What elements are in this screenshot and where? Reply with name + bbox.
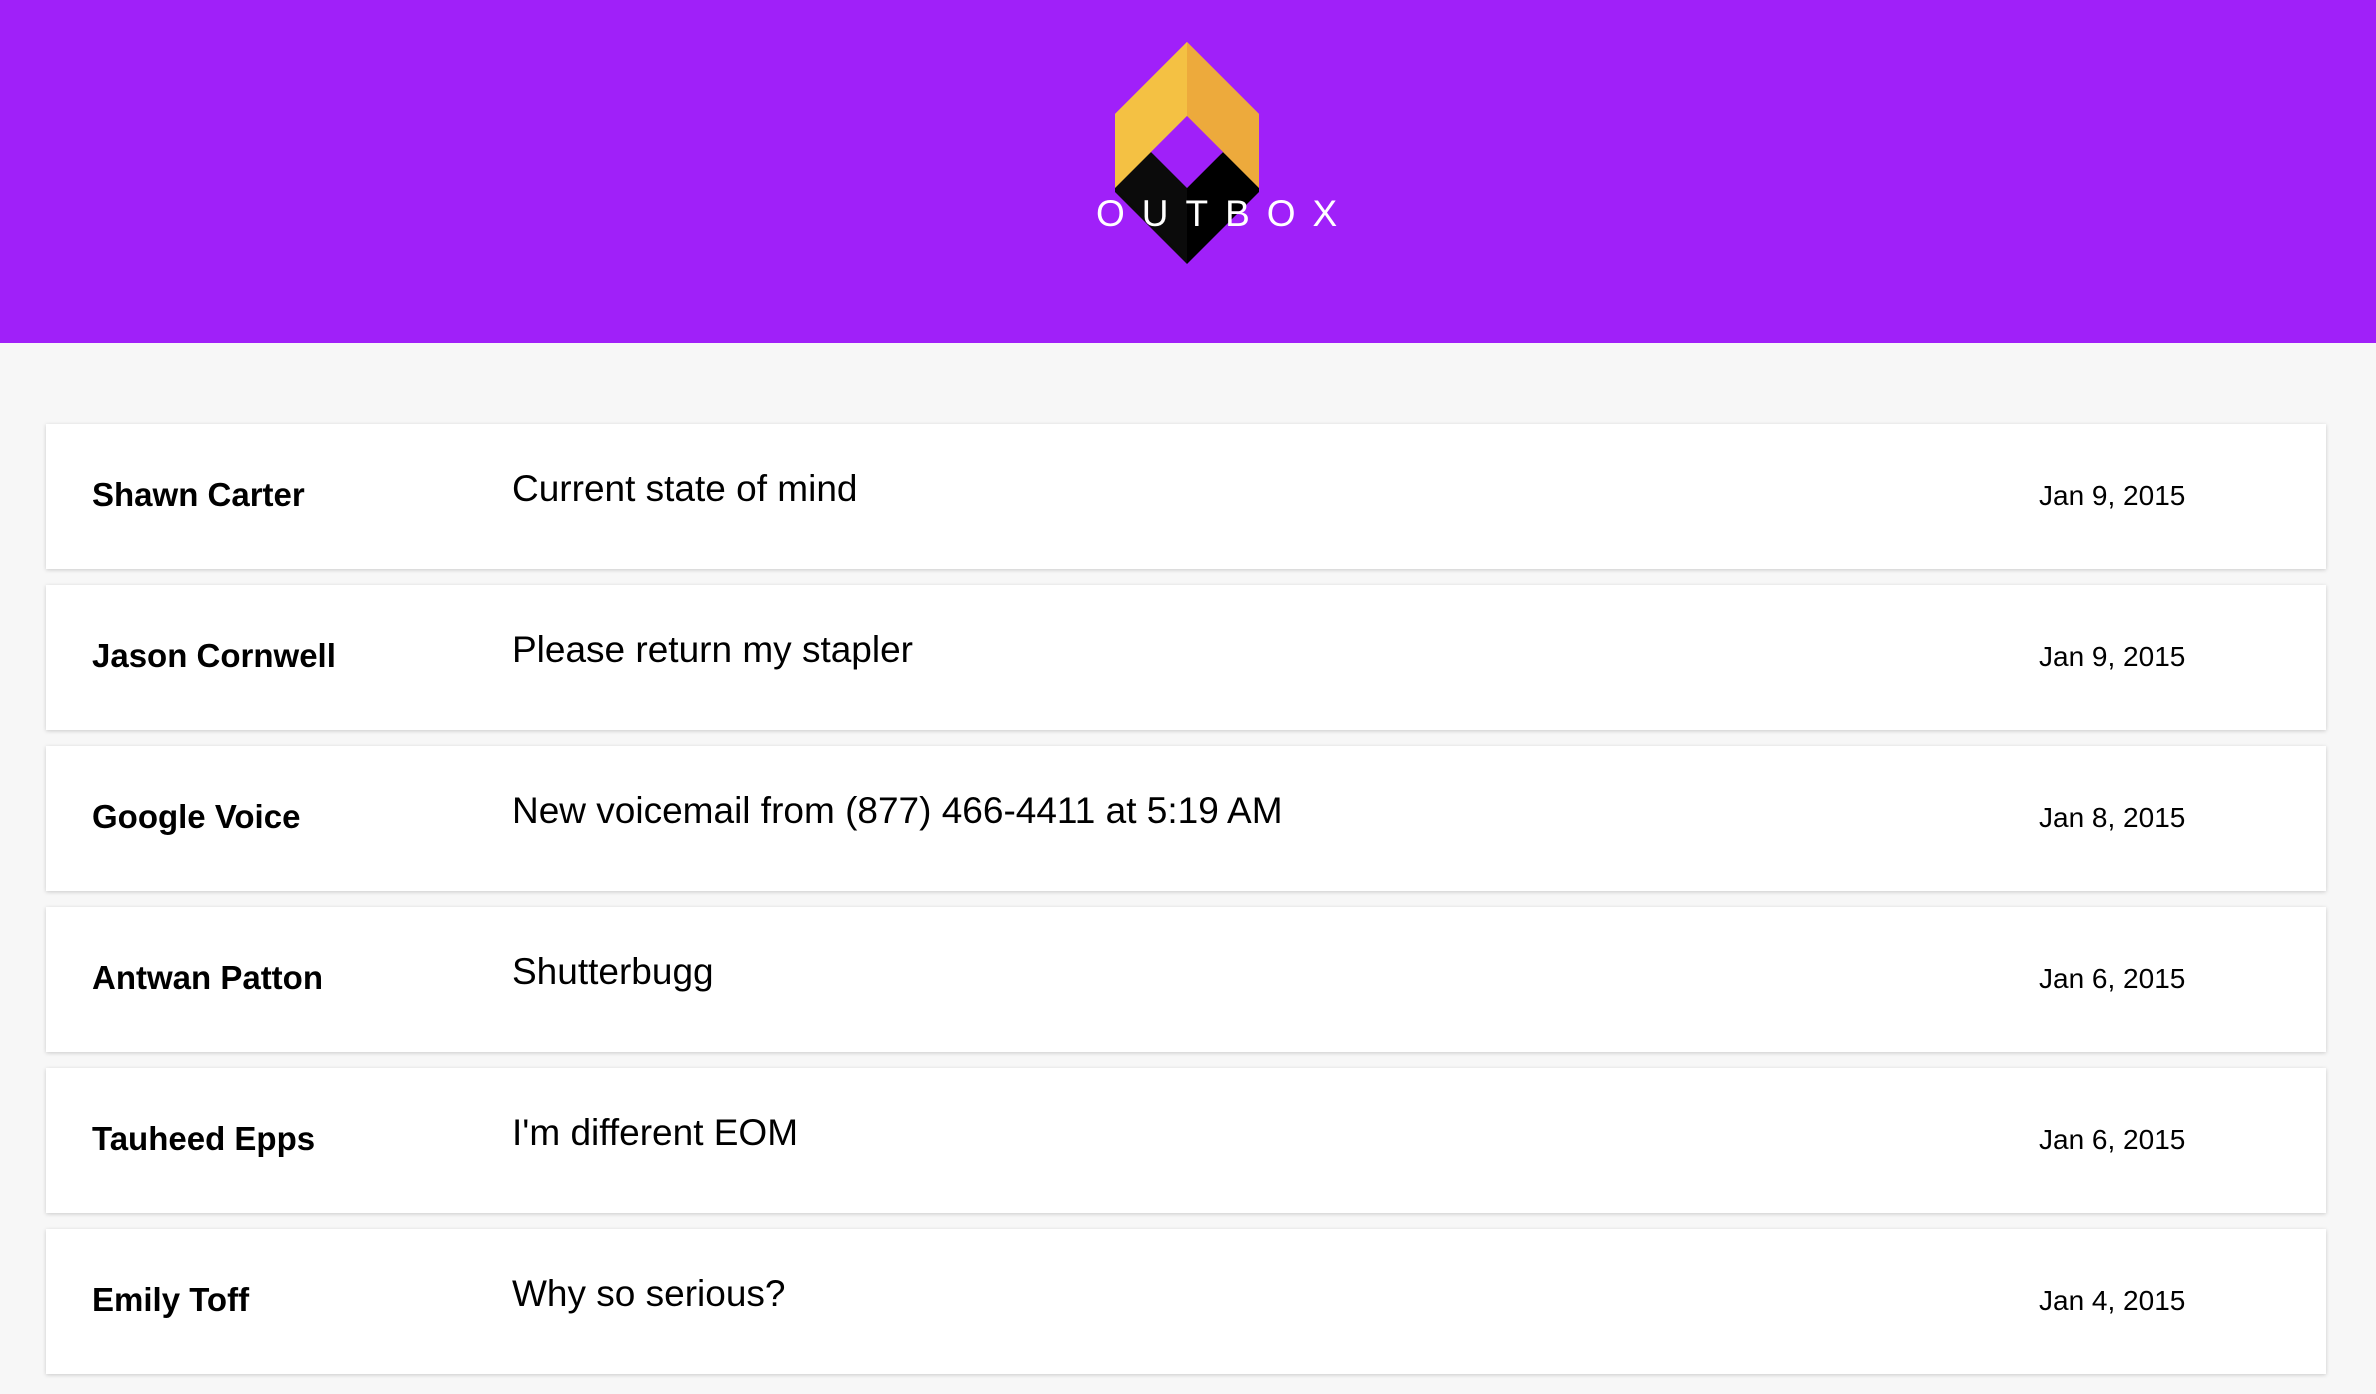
- message-row[interactable]: Antwan Patton Shutterbugg Jan 6, 2015: [46, 907, 2326, 1052]
- message-row[interactable]: Jason Cornwell Please return my stapler …: [46, 585, 2326, 730]
- message-list: Shawn Carter Current state of mind Jan 9…: [46, 424, 2326, 1390]
- outbox-logo[interactable]: OUTBOX: [1079, 42, 1355, 264]
- message-date: Jan 6, 2015: [2039, 1124, 2186, 1155]
- message-sender: Jason Cornwell: [92, 637, 336, 674]
- message-subject: I'm different EOM: [512, 1112, 799, 1153]
- app-header: OUTBOX: [0, 0, 2376, 343]
- message-sender: Shawn Carter: [92, 476, 305, 513]
- message-sender: Antwan Patton: [92, 959, 323, 996]
- message-row[interactable]: Shawn Carter Current state of mind Jan 9…: [46, 424, 2326, 569]
- message-date: Jan 9, 2015: [2039, 641, 2186, 672]
- message-sender: Tauheed Epps: [92, 1120, 316, 1157]
- message-subject: Current state of mind: [512, 468, 858, 509]
- message-row[interactable]: Google Voice New voicemail from (877) 46…: [46, 746, 2326, 891]
- brand-name: OUTBOX: [1096, 193, 1355, 234]
- message-sender: Google Voice: [92, 798, 301, 835]
- message-subject: Shutterbugg: [512, 951, 714, 992]
- message-subject: Please return my stapler: [512, 629, 914, 670]
- message-date: Jan 6, 2015: [2039, 963, 2186, 994]
- message-date: Jan 8, 2015: [2039, 802, 2186, 833]
- message-subject: Why so serious?: [512, 1273, 786, 1314]
- message-date: Jan 4, 2015: [2039, 1285, 2186, 1316]
- message-subject: New voicemail from (877) 466-4411 at 5:1…: [512, 790, 1283, 831]
- message-date: Jan 9, 2015: [2039, 480, 2186, 511]
- message-row[interactable]: Emily Toff Why so serious? Jan 4, 2015: [46, 1229, 2326, 1374]
- message-sender: Emily Toff: [92, 1281, 250, 1318]
- message-row[interactable]: Tauheed Epps I'm different EOM Jan 6, 20…: [46, 1068, 2326, 1213]
